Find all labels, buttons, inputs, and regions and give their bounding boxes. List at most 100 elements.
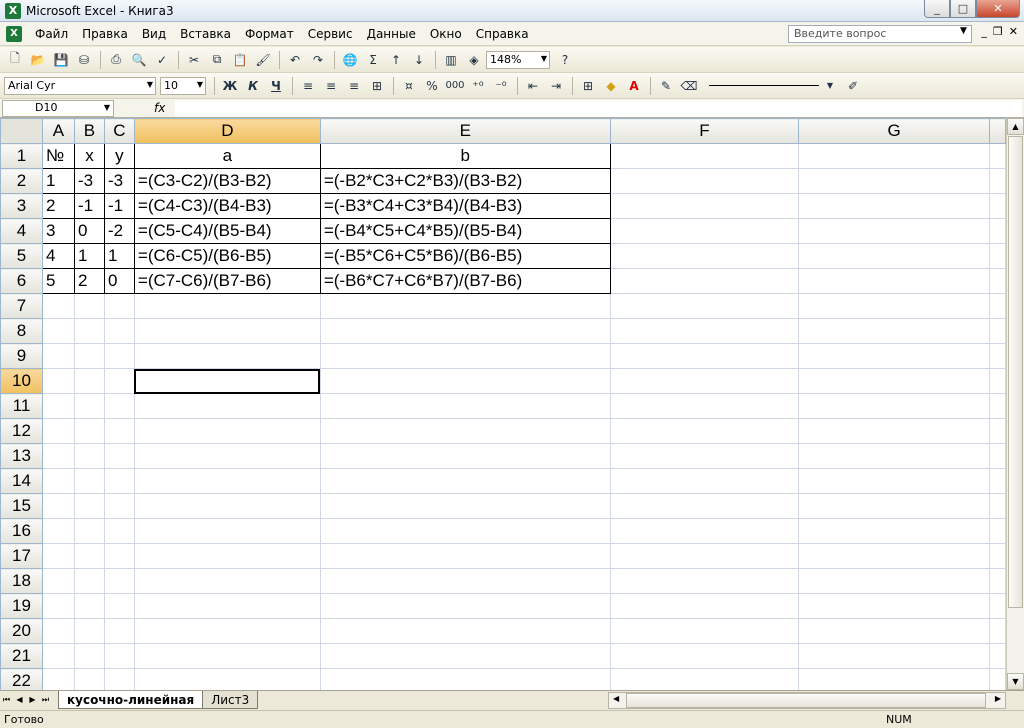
cell-b3[interactable]: -1 [73, 193, 105, 219]
scroll-up-icon[interactable]: ▲ [1007, 118, 1024, 135]
col-header-a[interactable]: A [41, 118, 75, 144]
minimize-button[interactable]: _ [924, 0, 950, 18]
cell-d4[interactable]: =(C5-C4)/(B5-B4) [133, 218, 321, 244]
menu-data[interactable]: Данные [360, 27, 423, 41]
row-header[interactable]: 12 [0, 418, 43, 444]
row-header[interactable]: 8 [0, 318, 43, 344]
font-name-select[interactable]: Arial Cyr ▼ [4, 76, 156, 95]
cell-e5[interactable]: =(-B5*C6+C5*B6)/(B6-B5) [319, 243, 611, 269]
zoom-select[interactable]: 148% ▼ [486, 50, 550, 69]
row-header[interactable]: 18 [0, 568, 43, 594]
line-color-icon[interactable]: ✐ [842, 76, 864, 96]
paste-icon[interactable]: 📋 [229, 50, 251, 70]
cell[interactable] [988, 168, 1006, 194]
cell-a1[interactable]: № [41, 143, 75, 169]
cell[interactable] [988, 268, 1006, 294]
cell[interactable] [798, 268, 990, 294]
fill-color-icon[interactable]: ◆ [600, 76, 622, 96]
vertical-scroll-thumb[interactable] [1008, 136, 1023, 608]
col-header-f[interactable]: F [609, 118, 800, 144]
vertical-scrollbar[interactable]: ▲ ▼ [1006, 118, 1024, 690]
row-header-selected[interactable]: 10 [0, 368, 43, 394]
format-painter-icon[interactable]: 🖌 [252, 50, 274, 70]
cell-a5[interactable]: 4 [41, 243, 75, 269]
select-all-corner[interactable] [0, 118, 43, 144]
cell[interactable] [988, 143, 1006, 169]
cell[interactable] [988, 218, 1006, 244]
italic-button[interactable]: К [242, 76, 264, 96]
cell-c1[interactable]: y [103, 143, 135, 169]
menu-tools[interactable]: Сервис [301, 27, 360, 41]
redo-icon[interactable]: ↷ [307, 50, 329, 70]
print-preview-icon[interactable]: 🔍 [128, 50, 150, 70]
next-sheet-icon[interactable]: ▶ [26, 691, 39, 708]
row-header[interactable]: 5 [0, 243, 43, 269]
cell[interactable] [988, 193, 1006, 219]
menu-window[interactable]: Окно [423, 27, 469, 41]
align-center-icon[interactable]: ≡ [320, 76, 342, 96]
cell[interactable] [609, 193, 800, 219]
col-header-b[interactable]: B [73, 118, 105, 144]
col-header-h[interactable] [988, 118, 1006, 144]
sort-ascending-icon[interactable]: ↑ [385, 50, 407, 70]
selected-cell-d10[interactable] [133, 368, 321, 394]
increase-indent-icon[interactable]: ⇥ [545, 76, 567, 96]
cell-e6[interactable]: =(-B6*C7+C6*B7)/(B7-B6) [319, 268, 611, 294]
cell[interactable] [798, 168, 990, 194]
spelling-icon[interactable]: ✓ [151, 50, 173, 70]
font-size-select[interactable]: 10 ▼ [160, 76, 206, 95]
cell-e2[interactable]: =(-B2*C3+C2*B3)/(B3-B2) [319, 168, 611, 194]
cell[interactable] [798, 143, 990, 169]
row-header[interactable]: 4 [0, 218, 43, 244]
cell-a4[interactable]: 3 [41, 218, 75, 244]
doc-restore-icon[interactable]: ❐ [993, 25, 1003, 38]
cell-c3[interactable]: -1 [103, 193, 135, 219]
menu-insert[interactable]: Вставка [173, 27, 238, 41]
cell-e3[interactable]: =(-B3*C4+C3*B4)/(B4-B3) [319, 193, 611, 219]
cell[interactable] [988, 243, 1006, 269]
save-icon[interactable]: 💾 [50, 50, 72, 70]
cell-a2[interactable]: 1 [41, 168, 75, 194]
cell[interactable] [609, 168, 800, 194]
menu-view[interactable]: Вид [135, 27, 173, 41]
cell-e1[interactable]: b [319, 143, 611, 169]
help-icon[interactable]: ? [554, 50, 576, 70]
cell-d2[interactable]: =(C3-C2)/(B3-B2) [133, 168, 321, 194]
scroll-down-icon[interactable]: ▼ [1007, 673, 1024, 690]
col-header-c[interactable]: C [103, 118, 135, 144]
thousands-button[interactable]: 000 [444, 76, 466, 96]
menu-edit[interactable]: Правка [75, 27, 135, 41]
row-header[interactable]: 2 [0, 168, 43, 194]
line-style-select[interactable] [709, 77, 819, 95]
row-header[interactable]: 22 [0, 668, 43, 690]
cell-b6[interactable]: 2 [73, 268, 105, 294]
menu-help[interactable]: Справка [469, 27, 536, 41]
row-header[interactable]: 11 [0, 393, 43, 419]
col-header-e[interactable]: E [319, 118, 611, 144]
menu-file[interactable]: Файл [28, 27, 75, 41]
cell-d1[interactable]: a [133, 143, 321, 169]
borders-icon[interactable]: ⊞ [577, 76, 599, 96]
row-header[interactable]: 20 [0, 618, 43, 644]
sheet-tab-active[interactable]: кусочно-линейная [58, 691, 204, 709]
cell[interactable] [798, 193, 990, 219]
bold-button[interactable]: Ж [219, 76, 241, 96]
row-header[interactable]: 9 [0, 343, 43, 369]
row-header[interactable]: 1 [0, 143, 43, 169]
cell-a6[interactable]: 5 [41, 268, 75, 294]
autosum-icon[interactable]: Σ [362, 50, 384, 70]
scroll-right-icon[interactable]: ▶ [995, 694, 1001, 703]
cell-a3[interactable]: 2 [41, 193, 75, 219]
undo-icon[interactable]: ↶ [284, 50, 306, 70]
currency-icon[interactable]: ¤ [398, 76, 420, 96]
increase-decimal-icon[interactable]: ⁺⁰ [467, 76, 489, 96]
cell-b4[interactable]: 0 [73, 218, 105, 244]
cell-d3[interactable]: =(C4-C3)/(B4-B3) [133, 193, 321, 219]
row-header[interactable]: 14 [0, 468, 43, 494]
open-icon[interactable]: 📂 [27, 50, 49, 70]
cell-e4[interactable]: =(-B4*C5+C4*B5)/(B5-B4) [319, 218, 611, 244]
name-box[interactable]: D10 ▼ [2, 99, 114, 117]
align-right-icon[interactable]: ≡ [343, 76, 365, 96]
sort-descending-icon[interactable]: ↓ [408, 50, 430, 70]
cell[interactable] [798, 218, 990, 244]
